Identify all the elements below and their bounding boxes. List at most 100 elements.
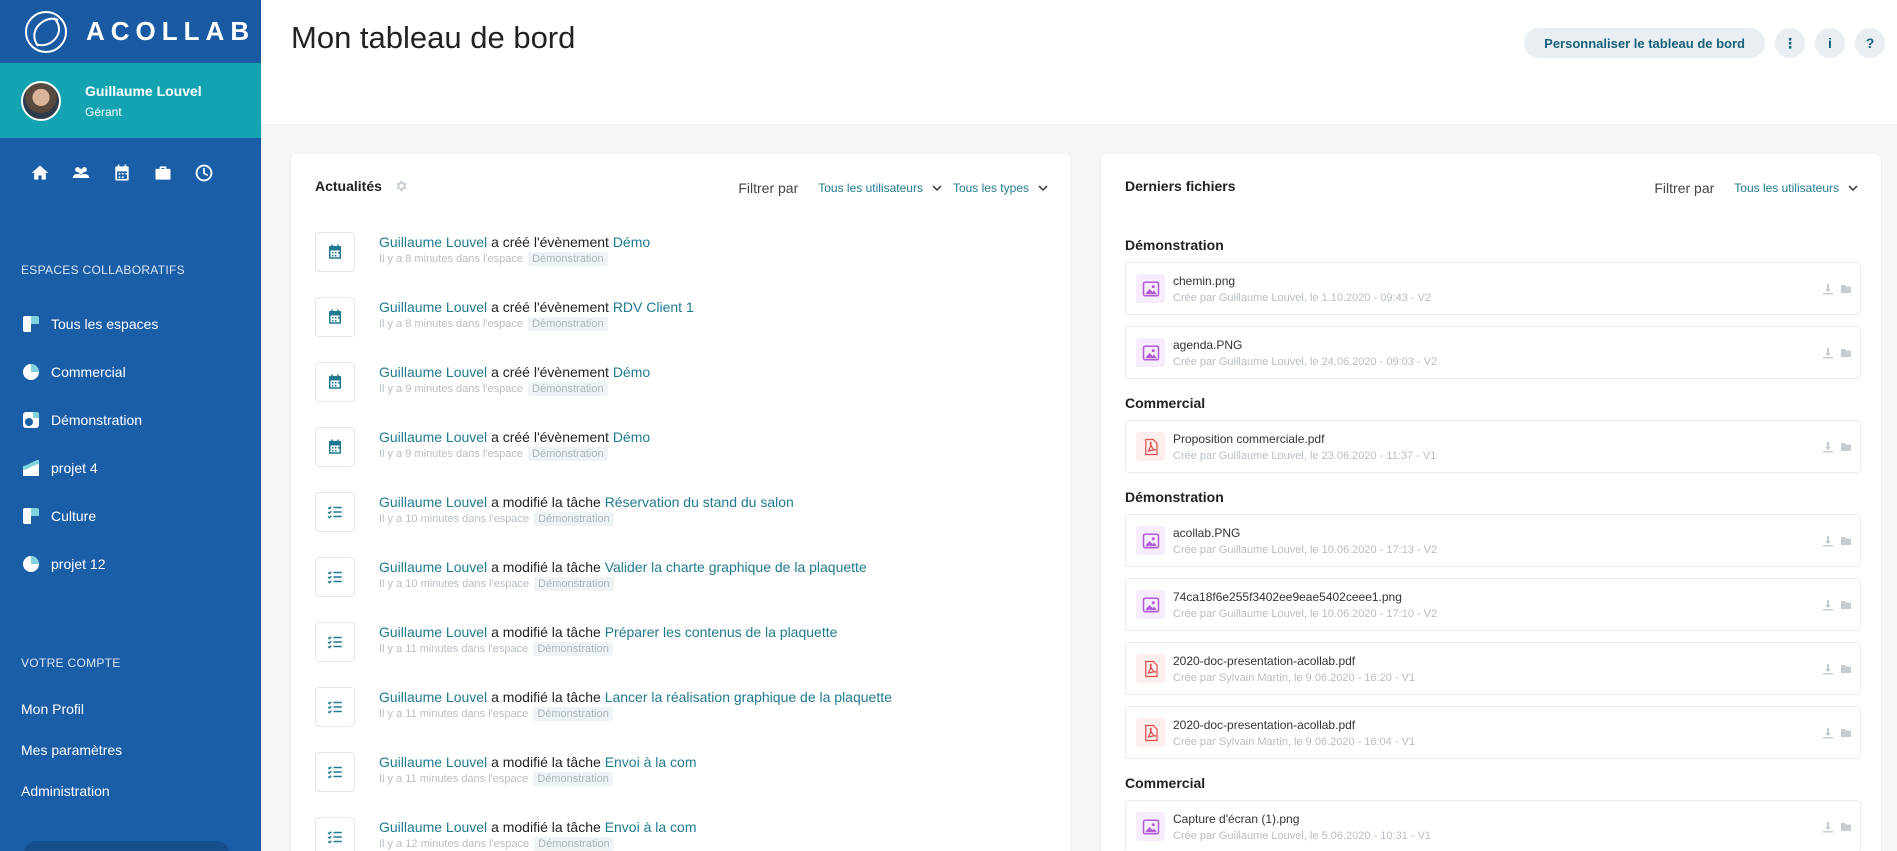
news-target-link[interactable]: Réservation du stand du salon <box>605 494 794 510</box>
news-text: Guillaume Louvel a modifié la tâche Prép… <box>379 620 837 642</box>
file-name[interactable]: Proposition commerciale.pdf <box>1173 432 1436 446</box>
space-tag[interactable]: Démonstration <box>533 707 613 721</box>
download-icon[interactable] <box>1822 346 1834 364</box>
download-icon[interactable] <box>1822 534 1834 552</box>
news-user-link[interactable]: Guillaume Louvel <box>379 689 487 705</box>
download-icon[interactable] <box>1822 598 1834 616</box>
news-user-link[interactable]: Guillaume Louvel <box>379 624 487 640</box>
news-user-link[interactable]: Guillaume Louvel <box>379 819 487 835</box>
sidebar-item-projet-12[interactable]: projet 12 <box>0 540 261 588</box>
file-name[interactable]: Capture d'écran (1).png <box>1173 812 1431 826</box>
file-name[interactable]: 74ca18f6e255f3402ee9eae5402ceee1.png <box>1173 590 1437 604</box>
header-actions: Personnaliser le tableau de bord ⋮ i ? <box>1524 28 1885 58</box>
folder-icon[interactable] <box>1840 820 1852 838</box>
sidebar-item-commercial[interactable]: Commercial <box>0 348 261 396</box>
news-meta: Il y a 10 minutes dans l'espace Démonstr… <box>379 577 867 591</box>
news-user-link[interactable]: Guillaume Louvel <box>379 299 487 315</box>
file-name[interactable]: acollab.PNG <box>1173 526 1437 540</box>
folder-icon[interactable] <box>1840 662 1852 680</box>
sidebar-item-settings[interactable]: Mes paramètres <box>0 729 122 770</box>
news-user-link[interactable]: Guillaume Louvel <box>379 234 487 250</box>
news-time: Il y a 11 minutes dans l'espace <box>379 708 529 720</box>
folder-icon[interactable] <box>1840 440 1852 458</box>
news-user-link[interactable]: Guillaume Louvel <box>379 754 487 770</box>
space-tag[interactable]: Démonstration <box>533 642 613 656</box>
folder-icon[interactable] <box>1840 346 1852 364</box>
download-icon[interactable] <box>1822 726 1834 744</box>
news-target-link[interactable]: Préparer les contenus de la plaquette <box>605 624 838 640</box>
brand-logo[interactable]: ACOLLAB <box>0 0 261 63</box>
sidebar-item-culture[interactable]: Culture <box>0 492 261 540</box>
sidebar-item-projet-4[interactable]: projet 4 <box>0 444 261 492</box>
home-icon[interactable] <box>30 158 71 188</box>
space-tag[interactable]: Démonstration <box>534 577 614 591</box>
sidebar: ACOLLAB Guillaume Louvel Gérant ESPACES … <box>0 0 261 851</box>
gear-icon[interactable] <box>394 179 408 193</box>
download-icon[interactable] <box>1822 820 1834 838</box>
help-button[interactable]: ? <box>1855 28 1885 58</box>
news-target-link[interactable]: Valider la charte graphique de la plaque… <box>605 559 867 575</box>
files-title: Derniers fichiers <box>1125 178 1236 194</box>
file-meta: Crée par Sylvain Martin, le 9.06.2020 - … <box>1173 735 1416 748</box>
task-list-icon <box>315 817 355 851</box>
file-item[interactable]: 2020-doc-presentation-acollab.pdf Crée pa… <box>1125 706 1861 759</box>
users-icon[interactable] <box>71 158 112 188</box>
news-type-filter[interactable]: Tous les types <box>953 181 1049 195</box>
download-icon[interactable] <box>1822 662 1834 680</box>
file-name[interactable]: agenda.PNG <box>1173 338 1437 352</box>
space-tag[interactable]: Démonstration <box>533 772 613 786</box>
download-icon[interactable] <box>1822 282 1834 300</box>
calendar-icon[interactable] <box>112 158 153 188</box>
space-tag[interactable]: Démonstration <box>528 252 608 266</box>
news-target-link[interactable]: Envoi à la com <box>605 819 697 835</box>
file-name[interactable]: 2020-doc-presentation-acollab.pdf <box>1173 718 1415 732</box>
folder-icon[interactable] <box>1840 282 1852 300</box>
news-verb: a créé l'évènement <box>491 234 609 250</box>
news-target-link[interactable]: Lancer la réalisation graphique de la pl… <box>605 689 892 705</box>
file-item[interactable]: 74ca18f6e255f3402ee9eae5402ceee1.png Crée… <box>1125 578 1861 631</box>
news-target-link[interactable]: Démo <box>613 429 650 445</box>
space-tag[interactable]: Démonstration <box>528 382 608 396</box>
file-item[interactable]: Capture d'écran (1).png Crée par Guillaum… <box>1125 800 1861 851</box>
news-target-link[interactable]: Démo <box>613 234 650 250</box>
news-text: Guillaume Louvel a créé l'évènement RDV … <box>379 295 694 317</box>
sidebar-item-demonstration[interactable]: Démonstration <box>0 396 261 444</box>
files-user-filter[interactable]: Tous les utilisateurs <box>1734 181 1859 195</box>
file-item[interactable]: agenda.PNG Crée par Guillaume Louvel, le … <box>1125 326 1861 379</box>
space-tag[interactable]: Démonstration <box>528 317 608 331</box>
info-button[interactable]: i <box>1815 28 1845 58</box>
space-tag[interactable]: Démonstration <box>534 512 614 526</box>
space-tag[interactable]: Démonstration <box>528 447 608 461</box>
file-name[interactable]: 2020-doc-presentation-acollab.pdf <box>1173 654 1415 668</box>
news-target-link[interactable]: RDV Client 1 <box>613 299 694 315</box>
news-user-filter[interactable]: Tous les utilisateurs <box>818 181 943 195</box>
more-options-button[interactable]: ⋮ <box>1775 28 1805 58</box>
sidebar-item-administration[interactable]: Administration <box>0 770 122 811</box>
news-target-link[interactable]: Démo <box>613 364 650 380</box>
sidebar-item-all-spaces[interactable]: Tous les espaces <box>0 300 261 348</box>
file-item[interactable]: acollab.PNG Crée par Guillaume Louvel, le… <box>1125 514 1861 567</box>
image-file-icon <box>1136 338 1165 367</box>
user-profile[interactable]: Guillaume Louvel Gérant <box>0 63 261 138</box>
space-tag[interactable]: Démonstration <box>534 837 614 851</box>
file-item[interactable]: Proposition commerciale.pdf Crée par Guil… <box>1125 420 1861 473</box>
folder-icon[interactable] <box>1840 534 1852 552</box>
news-user-link[interactable]: Guillaume Louvel <box>379 429 487 445</box>
news-target-link[interactable]: Envoi à la com <box>605 754 697 770</box>
file-name[interactable]: chemin.png <box>1173 274 1431 288</box>
briefcase-icon[interactable] <box>153 158 194 188</box>
news-user-link[interactable]: Guillaume Louvel <box>379 364 487 380</box>
sidebar-item-profile[interactable]: Mon Profil <box>0 688 122 729</box>
file-item[interactable]: chemin.png Crée par Guillaume Louvel, le … <box>1125 262 1861 315</box>
account-list: Mon Profil Mes paramètres Administration <box>0 688 122 811</box>
sidebar-bottom-button[interactable] <box>24 841 229 851</box>
download-icon[interactable] <box>1822 440 1834 458</box>
customize-dashboard-button[interactable]: Personnaliser le tableau de bord <box>1524 28 1765 58</box>
folder-icon[interactable] <box>1840 598 1852 616</box>
news-user-link[interactable]: Guillaume Louvel <box>379 494 487 510</box>
news-meta: Il y a 12 minutes dans l'espace Démonstr… <box>379 837 697 851</box>
file-item[interactable]: 2020-doc-presentation-acollab.pdf Crée pa… <box>1125 642 1861 695</box>
folder-icon[interactable] <box>1840 726 1852 744</box>
news-user-link[interactable]: Guillaume Louvel <box>379 559 487 575</box>
clock-icon[interactable] <box>194 158 235 188</box>
